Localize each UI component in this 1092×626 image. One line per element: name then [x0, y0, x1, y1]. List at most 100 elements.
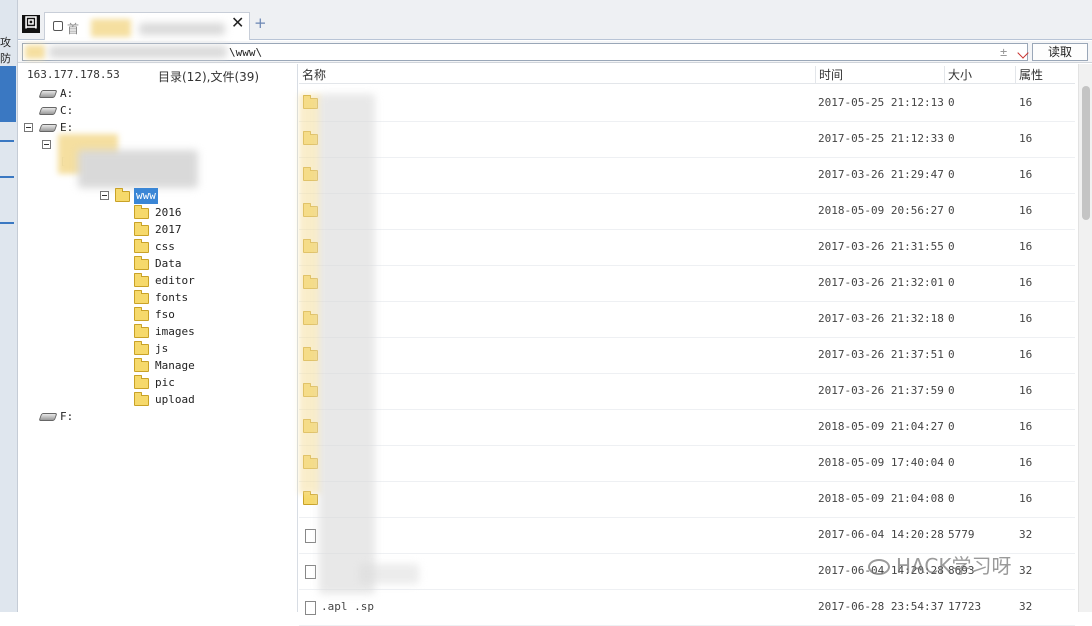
table-row[interactable]: 2017-03-26 21:29:47 0 16 — [299, 158, 1075, 194]
background-window-strip — [0, 176, 14, 178]
chevron-down-icon[interactable] — [1017, 47, 1029, 59]
redacted-names — [299, 94, 321, 494]
table-row[interactable]: 2017-03-26 21:32:18 0 16 — [299, 302, 1075, 338]
folder-icon — [303, 491, 318, 505]
table-row[interactable]: 2017-05-25 21:12:13 0 16 — [299, 86, 1075, 122]
table-row[interactable]: 2017-06-04 14:20:28 5779 32 — [299, 518, 1075, 554]
directory-tree: 163.177.178.53 目录(12),文件(39) A: C: E: ww… — [18, 64, 298, 612]
column-time[interactable]: 时间 — [815, 66, 944, 84]
folder-icon — [134, 273, 149, 287]
file-attr: 16 — [1019, 96, 1033, 109]
file-attr: 16 — [1019, 168, 1033, 181]
plus-minus-icon[interactable]: ± — [1000, 45, 1007, 59]
table-row[interactable]: 2018-05-09 21:04:08 0 16 — [299, 482, 1075, 518]
file-attr: 16 — [1019, 276, 1033, 289]
folder-label: editor — [155, 274, 195, 287]
file-attr: 32 — [1019, 600, 1033, 613]
file-time: 2018-05-09 21:04:27 — [818, 420, 944, 433]
folder-icon — [134, 205, 149, 219]
scrollbar-thumb[interactable] — [1082, 86, 1090, 220]
redacted-tree-path — [78, 150, 198, 188]
folder-label: js — [155, 342, 169, 355]
collapse-icon[interactable] — [42, 140, 51, 149]
file-attr: 16 — [1019, 348, 1033, 361]
table-row[interactable]: 2017-03-26 21:32:01 0 16 — [299, 266, 1075, 302]
file-time: 2017-05-25 21:12:33 — [818, 132, 944, 145]
folder-icon — [134, 290, 149, 304]
tree-folder[interactable]: pic — [134, 375, 224, 391]
file-attr: 16 — [1019, 240, 1033, 253]
file-time: 2017-06-28 23:54:37 — [818, 600, 944, 613]
tab-page-icon — [53, 21, 63, 31]
tree-folder[interactable]: Data — [134, 256, 224, 272]
drive-icon — [38, 124, 58, 132]
drive-label: A: — [60, 87, 74, 100]
address-bar: \www\ ± 读取 — [18, 41, 1092, 63]
folder-icon — [134, 375, 149, 389]
tree-folder[interactable]: images — [134, 324, 224, 340]
table-row[interactable]: 2017-03-26 21:37:59 0 16 — [299, 374, 1075, 410]
redacted-names — [319, 94, 375, 594]
file-list-header: 名称 时间 大小 属性 — [299, 64, 1075, 84]
tree-folder[interactable]: js — [134, 341, 224, 357]
file-attr: 16 — [1019, 384, 1033, 397]
file-attr: 32 — [1019, 564, 1033, 577]
table-row[interactable]: 2017-05-25 21:12:33 0 16 — [299, 122, 1075, 158]
tree-folder[interactable]: fonts — [134, 290, 224, 306]
tab-home[interactable]: 首 — [44, 12, 250, 40]
collapse-icon[interactable] — [24, 123, 33, 132]
tree-drive-c[interactable]: C: — [38, 103, 98, 119]
file-time: 2017-03-26 21:31:55 — [818, 240, 944, 253]
folder-icon — [134, 358, 149, 372]
file-size: 0 — [948, 456, 955, 469]
tree-folder-www[interactable]: www — [100, 188, 180, 204]
tree-folder[interactable]: fso — [134, 307, 224, 323]
tab-bar: 回 首 ✕ + — [18, 0, 1092, 40]
file-attr: 16 — [1019, 132, 1033, 145]
file-time: 2017-06-04 14:20:28 — [818, 528, 944, 541]
tree-folder[interactable]: upload — [134, 392, 224, 408]
column-name[interactable]: 名称 — [299, 66, 815, 84]
file-size: 0 — [948, 312, 955, 325]
file-size: 0 — [948, 240, 955, 253]
file-attr: 16 — [1019, 204, 1033, 217]
file-size: 0 — [948, 420, 955, 433]
close-tab-icon[interactable]: ✕ — [231, 15, 244, 31]
tree-folder[interactable]: Manage — [134, 358, 224, 374]
read-button[interactable]: 读取 — [1032, 43, 1088, 61]
tree-folder[interactable]: css — [134, 239, 224, 255]
path-input[interactable]: \www\ ± — [22, 43, 1029, 61]
file-size: 0 — [948, 168, 955, 181]
redacted-tab-area — [91, 19, 131, 37]
background-window-text: 攻防 — [0, 36, 11, 65]
file-time: 2018-05-09 17:40:04 — [818, 456, 944, 469]
tree-drive-f[interactable]: F: — [38, 409, 98, 425]
table-row[interactable]: 2018-05-09 17:40:04 0 16 — [299, 446, 1075, 482]
vertical-scrollbar[interactable] — [1078, 64, 1092, 612]
table-row[interactable]: .apl .sp 2017-06-28 23:54:37 17723 32 — [299, 590, 1075, 626]
column-attr[interactable]: 属性 — [1015, 66, 1075, 84]
tree-folder[interactable]: editor — [134, 273, 224, 289]
table-row[interactable]: 2017-03-26 21:37:51 0 16 — [299, 338, 1075, 374]
file-manager-window: 回 首 ✕ + \www\ ± 读取 163.177.178.53 目录(12)… — [18, 0, 1092, 626]
file-attr: 32 — [1019, 528, 1033, 541]
table-row[interactable]: 2018-05-09 21:04:27 0 16 — [299, 410, 1075, 446]
background-window-edge: 攻防 — [0, 0, 18, 612]
folder-icon — [134, 324, 149, 338]
file-size: 0 — [948, 204, 955, 217]
drive-icon — [38, 90, 58, 98]
table-row[interactable]: 2017-03-26 21:31:55 0 16 — [299, 230, 1075, 266]
file-size: 17723 — [948, 600, 982, 613]
drive-label: F: — [60, 410, 74, 423]
add-tab-icon[interactable]: + — [254, 15, 267, 31]
column-size[interactable]: 大小 — [944, 66, 1015, 84]
file-size: 0 — [948, 384, 955, 397]
watermark: HACK学习呀 — [868, 550, 1011, 579]
table-row[interactable]: 2018-05-09 20:56:27 0 16 — [299, 194, 1075, 230]
tree-folder[interactable]: 2017 — [134, 222, 224, 238]
collapse-icon[interactable] — [100, 191, 109, 200]
folder-label: fonts — [155, 291, 189, 304]
tree-drive-a[interactable]: A: — [38, 86, 98, 102]
tree-folder[interactable]: 2016 — [134, 205, 224, 221]
file-icon — [305, 565, 316, 579]
